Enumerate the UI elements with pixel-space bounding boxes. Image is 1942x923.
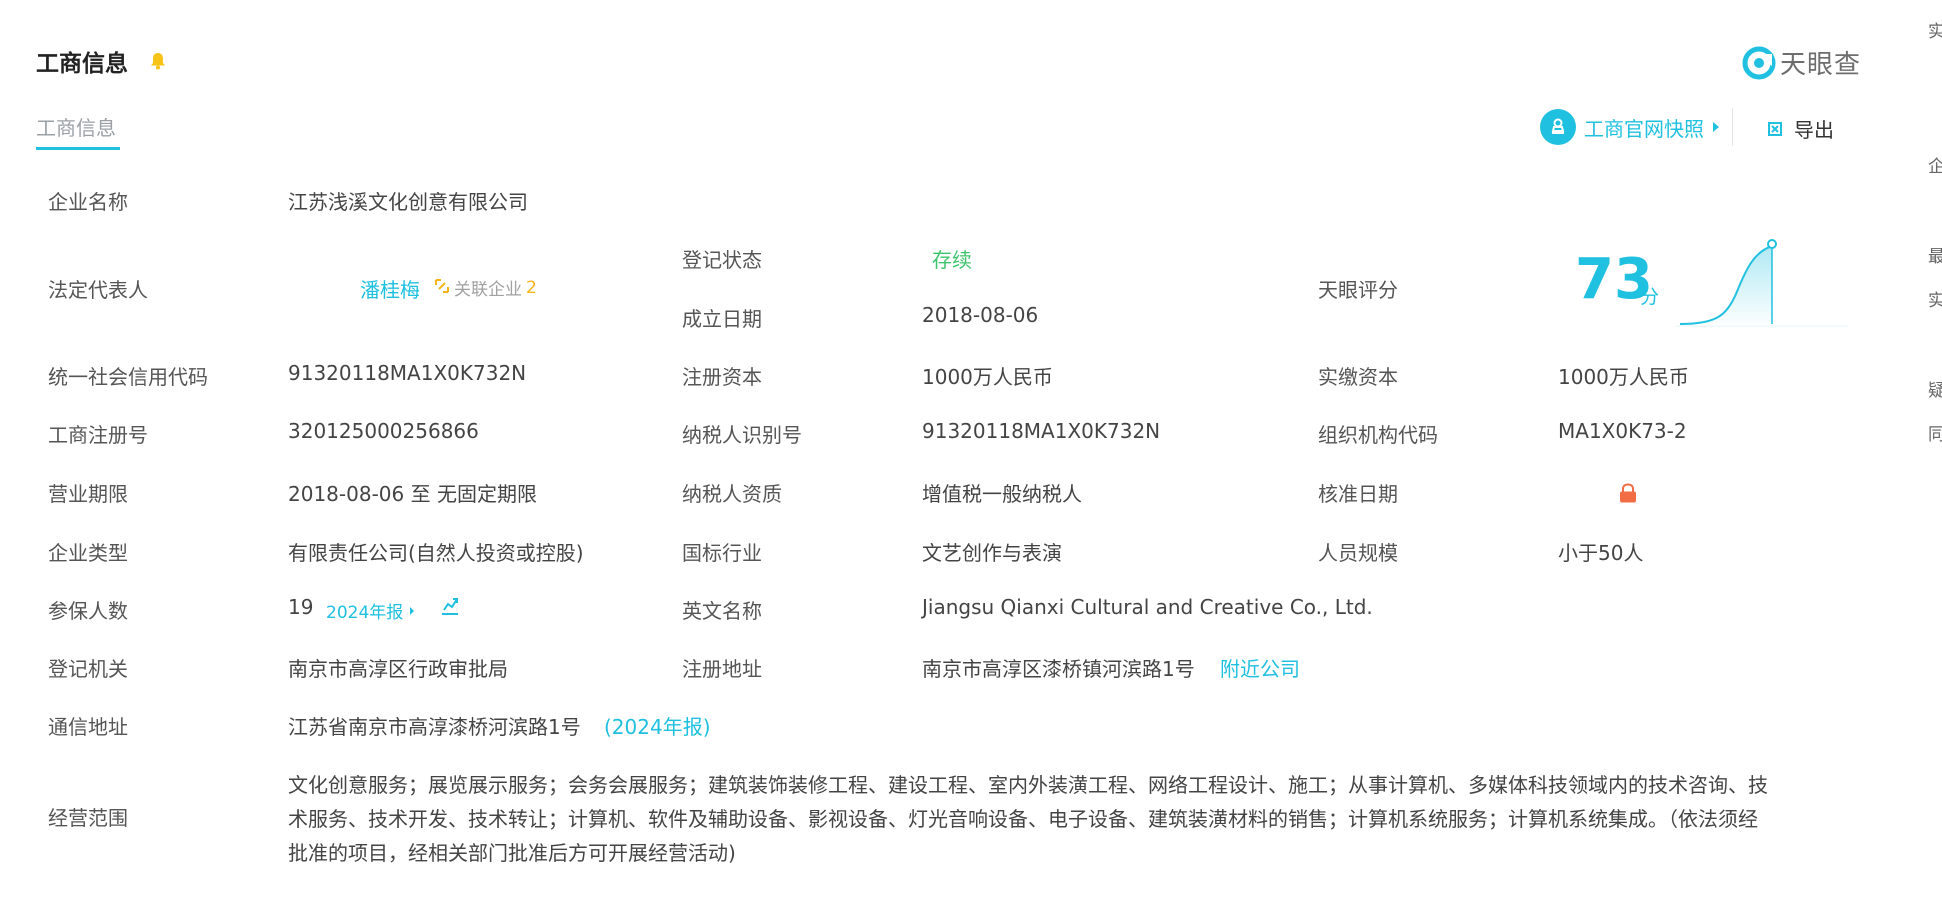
scope-line: 文化创意服务；展览展示服务；会务会展服务；建筑装饰装修工程、建设工程、室内外装潢… xyxy=(288,773,1768,797)
export-icon xyxy=(1768,117,1782,141)
industry-label: 国标行业 xyxy=(682,541,762,565)
scope-label: 经营范围 xyxy=(48,806,128,830)
lock-icon[interactable] xyxy=(1619,483,1637,507)
snapshot-label: 工商官网快照 xyxy=(1584,116,1704,141)
tab-business-info[interactable]: 工商信息 xyxy=(36,112,116,141)
reg-status-label: 登记状态 xyxy=(682,248,762,272)
company-type-value: 有限责任公司(自然人投资或控股) xyxy=(288,541,584,565)
authority-label: 登记机关 xyxy=(48,657,128,681)
nearby-companies-link[interactable]: 附近公司 xyxy=(1220,653,1300,682)
term-label: 营业期限 xyxy=(48,482,128,506)
export-button[interactable]: 导出 xyxy=(1768,114,1834,143)
tab-active-indicator xyxy=(36,147,120,150)
approve-date-label: 核准日期 xyxy=(1318,482,1398,506)
english-name-label: 英文名称 xyxy=(682,599,762,623)
staff-size-value: 小于50人 xyxy=(1558,541,1644,565)
bell-icon[interactable] xyxy=(150,52,166,74)
term-value: 2018-08-06 至 无固定期限 xyxy=(288,482,537,506)
insured-report-link[interactable]: 2024年报 xyxy=(326,598,415,623)
contact-address-value: 江苏省南京市高淳漆桥河滨路1号 xyxy=(288,715,581,739)
scope-line: 批准的项目，经相关部门批准后方可开展经营活动) xyxy=(288,841,736,865)
scope-text: 文化创意服务；展览展示服务；会务会展服务；建筑装饰装修工程、建设工程、室内外装潢… xyxy=(288,768,1844,870)
reg-status-value: 存续 xyxy=(932,248,972,272)
company-type-label: 企业类型 xyxy=(48,541,128,565)
industry-value: 文艺创作与表演 xyxy=(922,541,1062,565)
related-companies-link[interactable]: 关联企业 2 xyxy=(434,275,537,300)
taxpayer-qual-label: 纳税人资质 xyxy=(682,482,782,506)
insured-report-label: 2024年报 xyxy=(326,603,404,623)
company-name-label: 企业名称 xyxy=(48,190,128,214)
staff-size-label: 人员规模 xyxy=(1318,541,1398,565)
caret-right-small-icon xyxy=(409,601,415,620)
found-date-label: 成立日期 xyxy=(682,307,762,331)
scope-line: 术服务、技术开发、技术转让；计算机、软件及辅助设备、影视设备、灯光音响设备、电子… xyxy=(288,807,1758,831)
score-unit: 分 xyxy=(1640,286,1660,308)
trend-chart-icon[interactable] xyxy=(440,596,460,620)
taxpayer-qual-value: 增值税一般纳税人 xyxy=(922,482,1082,506)
reg-address-value: 南京市高淳区漆桥镇河滨路1号 xyxy=(922,657,1195,681)
section-title: 工商信息 xyxy=(36,51,128,77)
reg-no-label: 工商注册号 xyxy=(48,423,148,447)
english-name-value: Jiangsu Qianxi Cultural and Creative Co.… xyxy=(922,595,1373,619)
logo-text: 天眼查 xyxy=(1780,50,1862,80)
export-label: 导出 xyxy=(1794,118,1834,142)
found-date-value: 2018-08-06 xyxy=(922,303,1039,327)
reg-capital-value: 1000万人民币 xyxy=(922,365,1053,389)
reg-no-value: 320125000256866 xyxy=(288,419,479,443)
credit-code-label: 统一社会信用代码 xyxy=(48,365,208,389)
legal-rep-link[interactable]: 潘桂梅 xyxy=(360,274,420,303)
edge-char: 同 xyxy=(1928,425,1942,445)
paid-capital-value: 1000万人民币 xyxy=(1558,365,1689,389)
credit-code-value: 91320118MA1X0K732N xyxy=(288,361,527,385)
score-distribution-graphic xyxy=(1676,239,1848,327)
insured-label: 参保人数 xyxy=(48,599,128,623)
edge-char: 实 xyxy=(1928,22,1942,42)
org-code-value: MA1X0K73-2 xyxy=(1558,419,1687,443)
org-code-label: 组织机构代码 xyxy=(1318,423,1438,447)
link-chain-icon xyxy=(434,278,450,298)
paid-capital-label: 实缴资本 xyxy=(1318,365,1398,389)
eye-logo-icon xyxy=(1742,46,1776,79)
reg-capital-label: 注册资本 xyxy=(682,365,762,389)
contact-report-link[interactable]: (2024年报) xyxy=(604,711,711,740)
related-count: 2 xyxy=(526,277,537,298)
edge-char: 企 xyxy=(1928,157,1942,177)
legal-rep-label: 法定代表人 xyxy=(48,278,148,302)
insured-value: 19 xyxy=(288,595,314,619)
edge-char: 实 xyxy=(1928,291,1942,311)
related-label: 关联企业 xyxy=(454,280,522,300)
taxpayer-id-value: 91320118MA1X0K732N xyxy=(922,419,1161,443)
stamp-icon xyxy=(1540,109,1576,145)
edge-char: 疑 xyxy=(1928,381,1942,401)
contact-address-label: 通信地址 xyxy=(48,715,128,739)
score-label: 天眼评分 xyxy=(1318,278,1398,302)
company-name-value: 江苏浅溪文化创意有限公司 xyxy=(288,190,528,214)
caret-right-icon xyxy=(1712,118,1720,137)
taxpayer-id-label: 纳税人识别号 xyxy=(682,423,802,447)
authority-value: 南京市高淳区行政审批局 xyxy=(288,657,508,681)
reg-address-label: 注册地址 xyxy=(682,657,762,681)
tianyancha-logo: 天眼查 xyxy=(1742,44,1861,81)
official-snapshot-button[interactable]: 工商官网快照 xyxy=(1540,108,1733,146)
edge-char: 最 xyxy=(1928,247,1942,267)
